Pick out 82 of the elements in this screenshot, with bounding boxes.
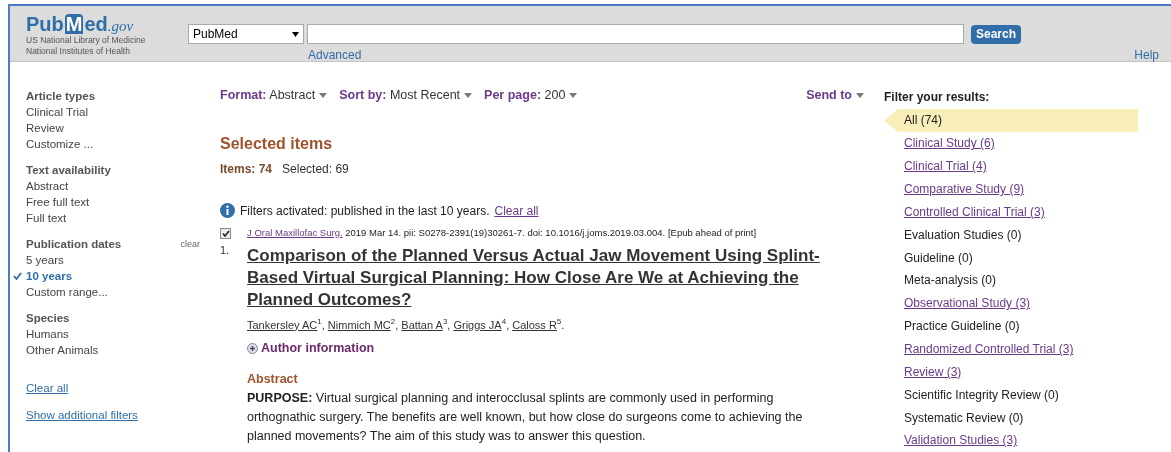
additional-filters-link[interactable]: Show additional filters [26,407,138,425]
author-separator: , [506,317,510,333]
result-filter[interactable]: Systematic Review (0) [884,406,1138,430]
filter-option[interactable]: Custom range... [26,284,108,300]
result-filter[interactable]: All (74) [884,109,1138,132]
checkmark-icon [13,272,22,280]
author-separator: . [561,317,565,333]
result-filter[interactable]: Validation Studies (3) [884,429,1138,452]
filter-group-title: Species [26,311,70,326]
result-filter[interactable]: Review (3) [884,360,1138,384]
caret-icon [569,93,578,99]
filter-option[interactable]: 10 years [26,268,73,284]
result-checkbox[interactable] [220,227,231,239]
abstract-heading: Abstract [247,371,299,388]
affiliation-number: 3 [442,316,448,326]
filter-option[interactable]: Review [26,120,64,136]
result-filter[interactable]: Observational Study (3) [884,291,1138,315]
author-separator: , [321,317,325,333]
pubmed-logo[interactable]: PubMed.gov [26,10,186,34]
filter-option[interactable]: Full text [26,210,67,226]
filter-results-title: Filter your results: [884,89,991,106]
display-option[interactable]: Per page: 200 [484,86,578,105]
caret-icon [464,93,473,99]
selected-count: Selected: 69 [282,160,349,178]
affiliation-number: 4 [501,316,507,326]
filter-option[interactable]: Free full text [26,194,90,210]
filter-option[interactable]: Humans [26,326,69,342]
filter-option[interactable]: Clinical Trial [26,104,88,120]
result-filter[interactable]: Randomized Controlled Trial (3) [884,337,1138,361]
author-separator: , [395,317,399,333]
filter-option[interactable]: Customize ... [26,136,94,152]
result-filter[interactable]: Controlled Clinical Trial (3) [884,200,1138,224]
filter-group-title: Article types [26,89,96,104]
search-field[interactable] [307,24,964,44]
author-link[interactable]: Griggs JA [453,316,502,334]
filter-group-title: Publication dates [26,237,122,252]
author-link[interactable]: Battan A [401,316,443,334]
abstract-text: PURPOSE: Virtual surgical planning and interocclusal splints are commonly used in performing orthognathic surgery. The benefits are well known, but how close do surgeons come to achieving the planned movements? The aim of this study was to answer this question. [247,389,804,445]
result-filter[interactable]: Evaluation Studies (0) [884,223,1138,247]
caret-icon [856,93,864,99]
journal-link[interactable]: J Oral Maxillofac Surg. [247,226,343,238]
result-number: 1. [220,242,230,258]
author-link[interactable]: Caloss R [512,316,557,334]
author-information-toggle[interactable]: Author information [261,339,375,358]
advanced-link[interactable]: Advanced [308,46,362,64]
info-icon [220,203,235,219]
organization-name: US National Library of Medicine [26,35,147,45]
result-filter[interactable]: Meta-analysis (0) [884,269,1138,292]
filter-notice: Filters activated: published in the last 10 years. [240,202,490,220]
author-separator: , [447,317,451,333]
affiliation-number: 5 [556,316,562,326]
search-button[interactable]: Search [971,24,1022,44]
clear-link[interactable]: clear [180,236,200,252]
organization-name: National Institutes of Health [26,46,131,56]
items-count: Items: 74 [220,160,273,178]
affiliation-number: 1 [317,316,322,326]
filter-option[interactable]: 5 years [26,252,64,268]
send-to-menu[interactable]: Send to [806,86,864,105]
section-heading: Selected items [220,133,334,154]
filter-group-title: Text availability [26,163,111,178]
filter-option[interactable]: Abstract [26,178,69,194]
article-title[interactable]: Comparison of the Planned Versus Actual Jaw Movement Using Splint-Based Virtual Surgical Planning: How Close Are We at Achieving the Planned Outcomes? [247,244,870,311]
help-link[interactable]: Help [1134,46,1159,64]
caret-icon [319,93,328,99]
expand-icon[interactable] [247,343,258,355]
author-link[interactable]: Nimmich MC [327,316,391,334]
dropdown-arrow-icon [292,31,299,37]
affiliation-number: 2 [390,316,396,326]
result-filter[interactable]: Guideline (0) [884,246,1138,269]
clear-all-link[interactable]: Clear all [494,201,539,220]
result-filter[interactable]: Scientific Integrity Review (0) [884,383,1138,407]
citation-details: 2019 Mar 14. pii: S0278-2391(19)30261-7. doi: 10.1016/j.joms.2019.03.004. [Epub ahead of print] [345,226,757,238]
display-option[interactable]: Format: Abstract [220,86,328,105]
result-filter[interactable]: Comparative Study (9) [884,177,1138,201]
clear-all-link[interactable]: Clear all [26,380,69,398]
database-select[interactable]: PubMed [188,24,304,44]
result-filter[interactable]: Clinical Trial (4) [884,154,1138,178]
result-filter[interactable]: Practice Guideline (0) [884,314,1138,338]
display-option[interactable]: Sort by: Most Recent [339,86,473,105]
author-link[interactable]: Tankersley AC [247,316,318,334]
result-filter[interactable]: Clinical Study (6) [884,131,1138,155]
filter-option[interactable]: Other Animals [26,342,99,358]
